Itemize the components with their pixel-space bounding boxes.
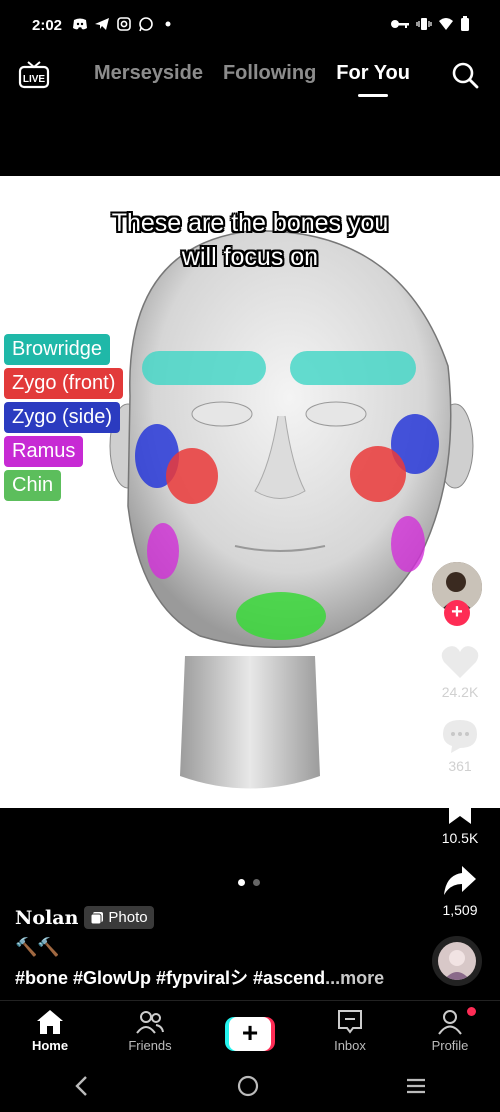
- home-circle-icon[interactable]: [236, 1074, 260, 1098]
- home-icon: [37, 1010, 63, 1034]
- comment-icon: [443, 720, 477, 753]
- legend-zygo-side: Zygo (side): [4, 402, 121, 433]
- svg-text:LIVE: LIVE: [23, 74, 46, 85]
- hashtag-text[interactable]: #bone #GlowUp #fypviralシ #ascend: [15, 968, 325, 988]
- back-icon[interactable]: [72, 1074, 92, 1098]
- tab-profile[interactable]: Profile: [400, 1001, 500, 1058]
- post-hashtags[interactable]: #bone #GlowUp #fypviralシ #ascend...more: [15, 964, 415, 990]
- tab-profile-label: Profile: [431, 1038, 469, 1053]
- discord-icon: [73, 18, 87, 30]
- profile-icon: [438, 1010, 462, 1035]
- follow-button[interactable]: +: [444, 600, 470, 626]
- music-disc[interactable]: [432, 936, 482, 986]
- tab-home[interactable]: Home: [0, 1001, 100, 1058]
- tab-merseyside[interactable]: Merseyside: [94, 62, 203, 85]
- carousel-indicator: [238, 879, 260, 886]
- action-rail: + 24.2K 361 10.5K 1,509: [420, 556, 500, 996]
- status-time: 2:02: [32, 17, 63, 34]
- live-icon[interactable]: LIVE: [18, 60, 50, 90]
- share-icon: [444, 866, 476, 895]
- photo-badge: Photo: [84, 906, 154, 929]
- tab-friends[interactable]: Friends: [100, 1001, 200, 1058]
- dot-icon: [165, 21, 171, 27]
- whatsapp-icon: [139, 17, 153, 32]
- battery-icon: [461, 16, 469, 31]
- tab-inbox[interactable]: Inbox: [300, 1001, 400, 1058]
- top-nav: LIVE Merseyside Following For You: [0, 52, 500, 112]
- caption-line-2: will focus on: [181, 243, 319, 271]
- carousel-dot: [238, 879, 245, 886]
- heart-icon: [441, 646, 479, 678]
- bookmark-icon: [449, 794, 471, 824]
- vibrate-icon: [416, 18, 432, 30]
- caption-line-1: These are the bones you: [111, 209, 389, 237]
- author-name[interactable]: Nolan: [15, 907, 78, 929]
- post-emoji: 🔨🔨: [15, 937, 60, 957]
- photo-caption: These are the bones you will focus on: [0, 206, 500, 274]
- plus-icon: +: [229, 1017, 271, 1051]
- share-count: 1,509: [442, 902, 478, 918]
- tab-home-label: Home: [31, 1038, 69, 1053]
- search-icon[interactable]: [450, 60, 480, 90]
- photo-badge-label: Photo: [108, 909, 148, 926]
- wifi-icon: [439, 18, 453, 30]
- save-button[interactable]: 10.5K: [420, 792, 500, 846]
- save-count: 10.5K: [441, 830, 479, 846]
- key-icon: [391, 20, 409, 28]
- system-nav-bar: [0, 1060, 500, 1112]
- tab-friends-label: Friends: [128, 1038, 172, 1053]
- tab-for-you[interactable]: For You: [336, 62, 410, 85]
- telegram-icon: [95, 18, 109, 30]
- legend-chin: Chin: [4, 470, 62, 501]
- more-link[interactable]: ...more: [325, 968, 384, 988]
- bone-legend: Browridge Zygo (front) Zygo (side) Ramus…: [4, 334, 124, 501]
- instagram-icon: [117, 17, 131, 31]
- create-button[interactable]: +: [225, 1017, 275, 1051]
- photo-icon: [90, 911, 104, 924]
- bottom-tab-bar: Home Friends + Inbox Profile: [0, 1000, 500, 1058]
- comment-button[interactable]: 361: [420, 718, 500, 774]
- inbox-icon: [338, 1010, 362, 1034]
- like-button[interactable]: 24.2K: [420, 644, 500, 700]
- status-bar: 2:02: [0, 0, 500, 52]
- carousel-dot: [253, 879, 260, 886]
- friends-icon: [136, 1011, 164, 1034]
- tab-inbox-label: Inbox: [334, 1038, 366, 1053]
- legend-browridge: Browridge: [4, 334, 111, 365]
- comment-count: 361: [448, 758, 472, 774]
- notification-dot: [467, 1007, 476, 1016]
- post-info: Nolan Photo 🔨🔨 #bone #GlowUp #fypviralシ …: [15, 906, 415, 990]
- share-button[interactable]: 1,509: [420, 864, 500, 918]
- legend-ramus: Ramus: [4, 436, 84, 467]
- like-count: 24.2K: [441, 684, 479, 700]
- tab-following[interactable]: Following: [223, 62, 316, 85]
- legend-zygo-front: Zygo (front): [4, 368, 124, 399]
- recents-icon[interactable]: [404, 1074, 428, 1098]
- tab-create[interactable]: +: [200, 1001, 300, 1058]
